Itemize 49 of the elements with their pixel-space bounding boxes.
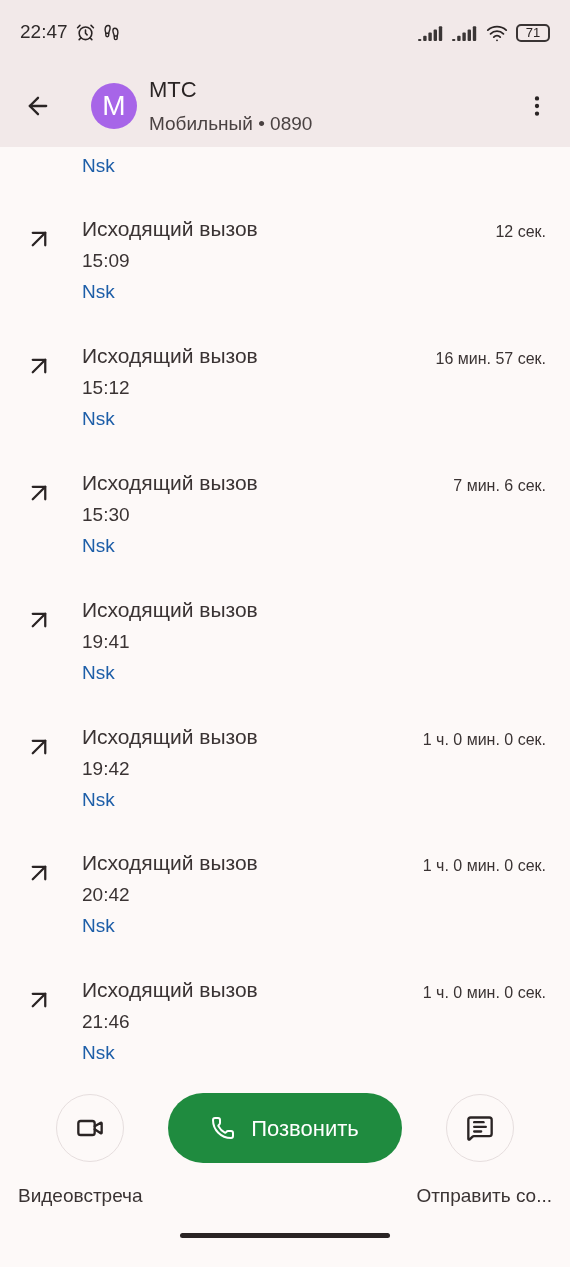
call-location: Nsk — [82, 280, 116, 305]
call-location: Nsk — [82, 660, 116, 685]
avatar: M — [91, 83, 137, 129]
contact-subtitle: Мобильный • 0890 — [149, 112, 314, 137]
call-type: Исходящий вызов — [82, 850, 259, 877]
video-label: Видеовстреча — [18, 1184, 143, 1208]
call-duration: 1 ч. 0 мин. 0 сек. — [422, 983, 546, 1004]
call-type: Исходящий вызов — [82, 470, 259, 497]
call-button[interactable]: Позвонить — [168, 1093, 402, 1163]
call-entry[interactable]: Исходящий вызов 21:46 Nsk 1 ч. 0 мин. 0 сек. — [0, 965, 570, 1092]
call-duration: 1 ч. 0 мин. 0 сек. — [422, 856, 546, 877]
message-label: Отправить со... — [416, 1184, 552, 1208]
call-entry[interactable]: Исходящий вызов 19:41 Nsk — [0, 584, 570, 712]
call-location: Nsk — [82, 914, 116, 939]
call-time: 20:42 — [82, 883, 131, 908]
contact-name: МТС — [149, 76, 198, 105]
call-location: Nsk — [82, 787, 116, 812]
call-entry[interactable]: Исходящий вызов 19:42 Nsk 1 ч. 0 мин. 0 сек. — [0, 711, 570, 839]
call-duration: 16 мин. 57 сек. — [435, 349, 546, 370]
phone-icon — [211, 1116, 236, 1140]
call-location: Nsk — [82, 1041, 116, 1066]
call-time: 15:12 — [82, 376, 131, 401]
call-entry[interactable]: Исходящий вызов 15:12 Nsk 16 мин. 57 сек. — [0, 331, 570, 459]
alarm-icon — [75, 23, 95, 42]
call-duration: 7 мин. 6 сек. — [453, 476, 546, 497]
signal-icon — [418, 24, 444, 41]
call-type: Исходящий вызов — [82, 977, 259, 1004]
call-entry[interactable]: Исходящий вызов 15:09 Nsk 12 сек. — [0, 204, 570, 332]
call-time: 15:09 — [82, 249, 131, 274]
call-location: Nsk — [82, 534, 116, 559]
call-time: 15:30 — [82, 503, 131, 528]
status-time: 22:47 — [20, 20, 68, 45]
call-time: 21:46 — [82, 1010, 131, 1035]
message-icon — [466, 1114, 494, 1142]
call-duration: 12 сек. — [495, 222, 546, 243]
call-time: 19:42 — [82, 756, 131, 781]
call-location: Nsk — [82, 407, 116, 432]
call-duration: 1 ч. 0 мин. 0 сек. — [422, 729, 546, 750]
signal-icon — [452, 24, 478, 41]
call-type: Исходящий вызов — [82, 343, 259, 370]
battery-icon: 71 — [516, 23, 550, 42]
call-type: Исходящий вызов — [82, 596, 259, 623]
call-time: 19:41 — [82, 629, 131, 654]
call-type: Исходящий вызов — [82, 723, 259, 750]
call-entry[interactable]: Исходящий вызов 15:30 Nsk 7 мин. 6 сек. — [0, 458, 570, 585]
call-location: Nsk — [82, 155, 115, 176]
footprints-icon — [102, 24, 120, 41]
call-type: Исходящий вызов — [82, 216, 259, 243]
call-entry[interactable]: Исходящий вызов 20:42 Nsk 1 ч. 0 мин. 0 сек. — [0, 838, 570, 966]
